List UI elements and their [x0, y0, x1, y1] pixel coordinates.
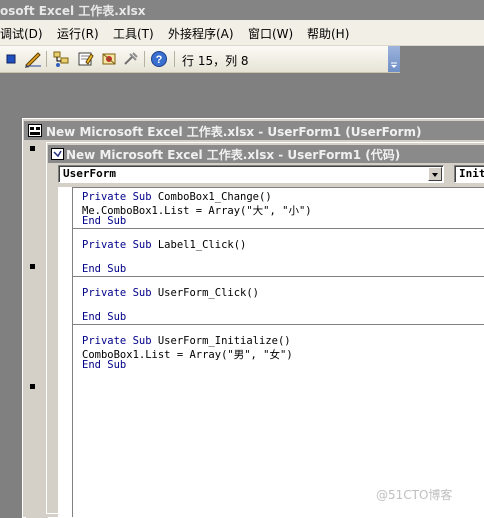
menu-run[interactable]: 运行(R)	[57, 25, 99, 42]
code-line[interactable]: End Sub	[82, 215, 126, 227]
procedure-separator	[72, 228, 484, 229]
userform-icon	[28, 124, 42, 137]
procedure-separator	[72, 276, 484, 277]
object-combo[interactable]: UserForm	[58, 165, 444, 183]
toolbar-separator	[174, 51, 175, 67]
app-title: osoft Excel 工作表.xlsx	[0, 4, 146, 18]
code-window-titlebar[interactable]: New Microsoft Excel 工作表.xlsx - UserForm1…	[48, 145, 484, 163]
menu-addins[interactable]: 外接程序(A)	[168, 25, 234, 42]
toolbar-separator	[46, 51, 47, 67]
code-line[interactable]: End Sub	[82, 311, 126, 323]
standard-toolbar: ? 行 15，列 8	[0, 46, 400, 73]
properties-icon[interactable]	[76, 50, 94, 68]
margin-indicator-bar[interactable]	[58, 187, 73, 517]
object-combo-value: UserForm	[63, 167, 116, 180]
userform-design-surface[interactable]	[26, 142, 48, 518]
watermark: @51CTO博客	[376, 488, 453, 502]
userform-window-title: New Microsoft Excel 工作表.xlsx - UserForm1…	[46, 125, 422, 139]
toolbar-separator	[144, 51, 145, 67]
app-title-bar: osoft Excel 工作表.xlsx	[0, 0, 484, 20]
procedure-separator	[72, 324, 484, 325]
toolbox-icon[interactable]	[122, 50, 140, 68]
code-line[interactable]: Private Sub ComboBox1_Change()	[82, 191, 272, 203]
code-line[interactable]: Private Sub UserForm_Initialize()	[82, 335, 291, 347]
help-icon[interactable]: ?	[150, 50, 168, 68]
chevron-down-icon[interactable]	[428, 167, 442, 181]
resize-handle[interactable]	[30, 384, 35, 389]
code-window-icon	[51, 148, 64, 160]
menu-help[interactable]: 帮助(H)	[307, 25, 349, 42]
menu-debug[interactable]: 调试(D)	[0, 25, 43, 42]
userform-window-titlebar[interactable]: New Microsoft Excel 工作表.xlsx - UserForm1…	[24, 121, 484, 140]
resize-handle[interactable]	[30, 146, 35, 151]
code-line[interactable]: Private Sub Label1_Click()	[82, 239, 246, 251]
project-explorer-icon[interactable]	[52, 50, 70, 68]
code-window-title: New Microsoft Excel 工作表.xlsx - UserForm1…	[66, 148, 401, 162]
cursor-position: 行 15，列 8	[182, 54, 249, 68]
code-line[interactable]: End Sub	[82, 263, 126, 275]
code-line[interactable]: Private Sub UserForm_Click()	[82, 287, 259, 299]
menu-bar: 调试(D) 运行(R) 工具(T) 外接程序(A) 窗口(W) 帮助(H)	[0, 20, 484, 46]
resize-handle[interactable]	[30, 264, 35, 269]
menu-tools[interactable]: 工具(T)	[113, 25, 154, 42]
toolbar-overflow-button[interactable]	[388, 46, 400, 72]
svg-text:?: ?	[156, 54, 163, 66]
stop-icon[interactable]	[2, 50, 20, 68]
object-browser-icon[interactable]	[100, 50, 118, 68]
menu-window[interactable]: 窗口(W)	[248, 25, 293, 42]
design-mode-icon[interactable]	[24, 50, 42, 68]
code-line[interactable]: End Sub	[82, 359, 126, 371]
procedure-combo-value: Initi	[459, 167, 484, 180]
procedure-combo[interactable]: Initi	[454, 165, 484, 183]
